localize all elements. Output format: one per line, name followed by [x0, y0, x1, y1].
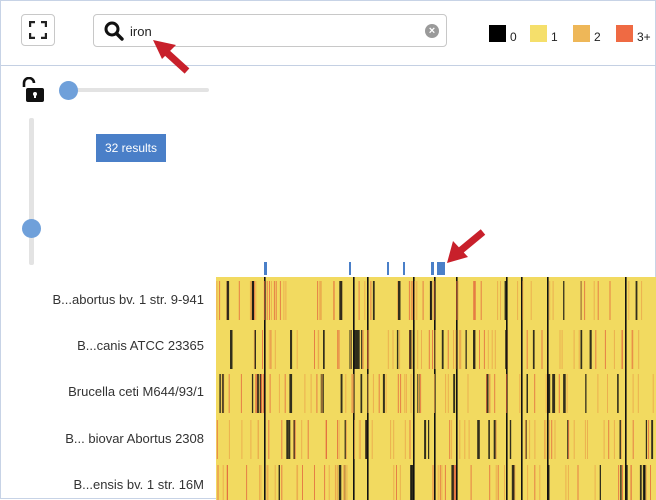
annotation-arrows [153, 40, 486, 263]
annotation-arrow-marker [447, 229, 486, 263]
annotation-arrow-search [153, 40, 190, 74]
